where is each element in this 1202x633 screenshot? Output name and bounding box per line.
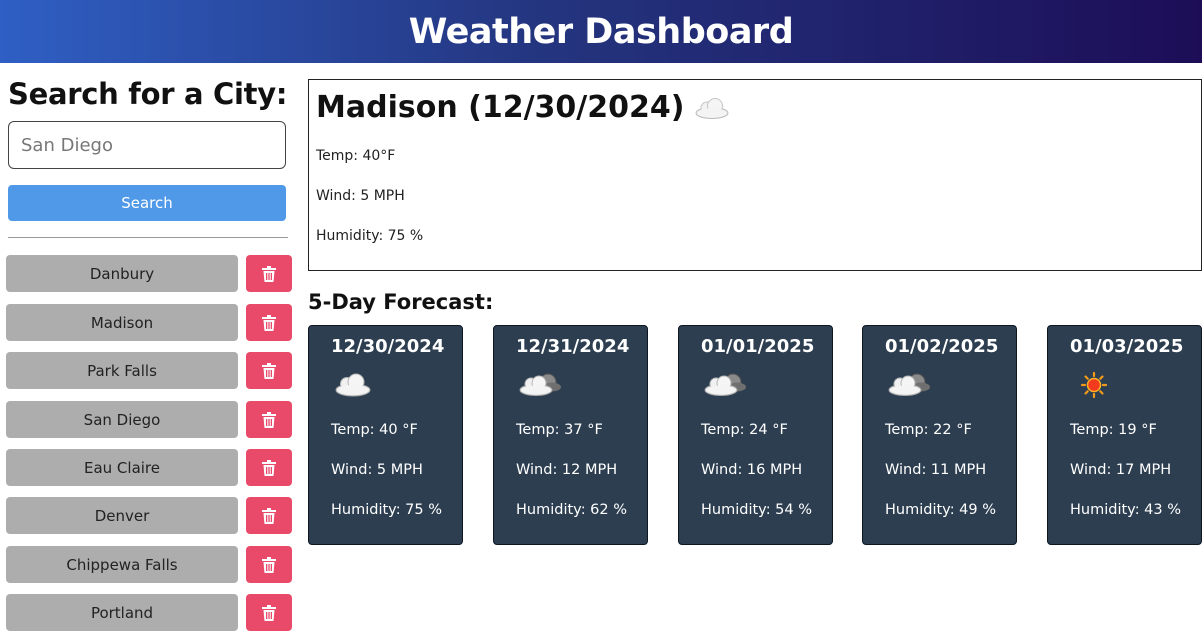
history-item: Park Falls <box>6 352 296 389</box>
trash-icon <box>262 604 276 621</box>
forecast-humidity: Humidity: 62 % <box>516 502 628 518</box>
forecast-date: 12/30/2024 <box>331 336 445 357</box>
forecast-wind: Wind: 12 MPH <box>516 462 618 478</box>
forecast-card: 12/31/2024 Temp: 37 °F Wind: 12 MPH Humi… <box>493 325 648 545</box>
history-city-button[interactable]: Portland <box>6 594 238 631</box>
sidebar-divider <box>8 237 288 238</box>
forecast-card: 12/30/2024 Temp: 40 °F Wind: 5 MPH Humid… <box>308 325 463 545</box>
forecast-temp: Temp: 22 °F <box>885 422 972 438</box>
forecast-date: 12/31/2024 <box>516 336 630 357</box>
forecast-humidity: Humidity: 54 % <box>701 502 813 518</box>
delete-history-button[interactable] <box>246 304 292 341</box>
trash-icon <box>262 411 276 428</box>
forecast-temp: Temp: 24 °F <box>701 422 788 438</box>
forecast-wind: Wind: 5 MPH <box>331 462 423 478</box>
forecast-date: 01/02/2025 <box>885 336 999 357</box>
delete-history-button[interactable] <box>246 594 292 631</box>
forecast-temp: Temp: 19 °F <box>1070 422 1157 438</box>
forecast-wind: Wind: 16 MPH <box>701 462 803 478</box>
partly-cloudy-icon <box>519 373 561 396</box>
delete-history-button[interactable] <box>246 401 292 438</box>
history-city-button[interactable]: San Diego <box>6 401 238 438</box>
history-item: Denver <box>6 497 296 534</box>
sun-icon <box>1080 371 1108 398</box>
forecast-card: 01/03/2025 Temp: 19 °F Wind: 17 MPH Humi… <box>1047 325 1202 545</box>
trash-icon <box>262 362 276 379</box>
delete-history-button[interactable] <box>246 497 292 534</box>
history-city-button[interactable]: Park Falls <box>6 352 238 389</box>
current-temp: Temp: 40°F <box>316 148 396 164</box>
cloud-icon <box>335 373 371 397</box>
forecast-wind: Wind: 17 MPH <box>1070 462 1172 478</box>
forecast-card: 01/01/2025 Temp: 24 °F Wind: 16 MPH Humi… <box>678 325 833 545</box>
history-city-button[interactable]: Denver <box>6 497 238 534</box>
forecast-humidity: Humidity: 75 % <box>331 502 443 518</box>
current-weather-panel: Madison (12/30/2024) Temp: 40°F Wind: 5 … <box>308 79 1202 271</box>
current-weather-heading: Madison (12/30/2024) <box>316 90 730 125</box>
history-city-button[interactable]: Madison <box>6 304 238 341</box>
partly-cloudy-icon <box>888 373 930 396</box>
sidebar: Search for a City: Search Danbury Madiso… <box>0 63 300 633</box>
delete-history-button[interactable] <box>246 255 292 292</box>
trash-icon <box>262 459 276 476</box>
history-city-button[interactable]: Chippewa Falls <box>6 546 238 583</box>
forecast-date: 01/03/2025 <box>1070 336 1184 357</box>
trash-icon <box>262 507 276 524</box>
current-wind: Wind: 5 MPH <box>316 188 405 204</box>
history-item: Madison <box>6 304 296 341</box>
forecast-temp: Temp: 40 °F <box>331 422 418 438</box>
history-item: San Diego <box>6 401 296 438</box>
history-city-button[interactable]: Danbury <box>6 255 238 292</box>
forecast-date: 01/01/2025 <box>701 336 815 357</box>
forecast-humidity: Humidity: 43 % <box>1070 502 1182 518</box>
forecast-temp: Temp: 37 °F <box>516 422 603 438</box>
history-item: Portland <box>6 594 296 631</box>
delete-history-button[interactable] <box>246 352 292 389</box>
current-humidity: Humidity: 75 % <box>316 228 424 244</box>
history-item: Eau Claire <box>6 449 296 486</box>
search-heading: Search for a City: <box>8 77 288 111</box>
partly-cloudy-icon <box>704 373 746 396</box>
city-search-input[interactable] <box>8 121 286 169</box>
history-city-button[interactable]: Eau Claire <box>6 449 238 486</box>
trash-icon <box>262 265 276 282</box>
forecast-heading: 5-Day Forecast: <box>308 290 494 314</box>
forecast-card: 01/02/2025 Temp: 22 °F Wind: 11 MPH Humi… <box>862 325 1017 545</box>
search-button[interactable]: Search <box>8 185 286 221</box>
cloud-icon <box>695 97 729 119</box>
history-item: Danbury <box>6 255 296 292</box>
trash-icon <box>262 556 276 573</box>
forecast-wind: Wind: 11 MPH <box>885 462 987 478</box>
delete-history-button[interactable] <box>246 449 292 486</box>
app-header: Weather Dashboard <box>0 0 1202 63</box>
history-item: Chippewa Falls <box>6 546 296 583</box>
page-title: Weather Dashboard <box>408 11 794 52</box>
forecast-humidity: Humidity: 49 % <box>885 502 997 518</box>
delete-history-button[interactable] <box>246 546 292 583</box>
current-city-date: Madison (12/30/2024) <box>316 90 685 125</box>
trash-icon <box>262 314 276 331</box>
